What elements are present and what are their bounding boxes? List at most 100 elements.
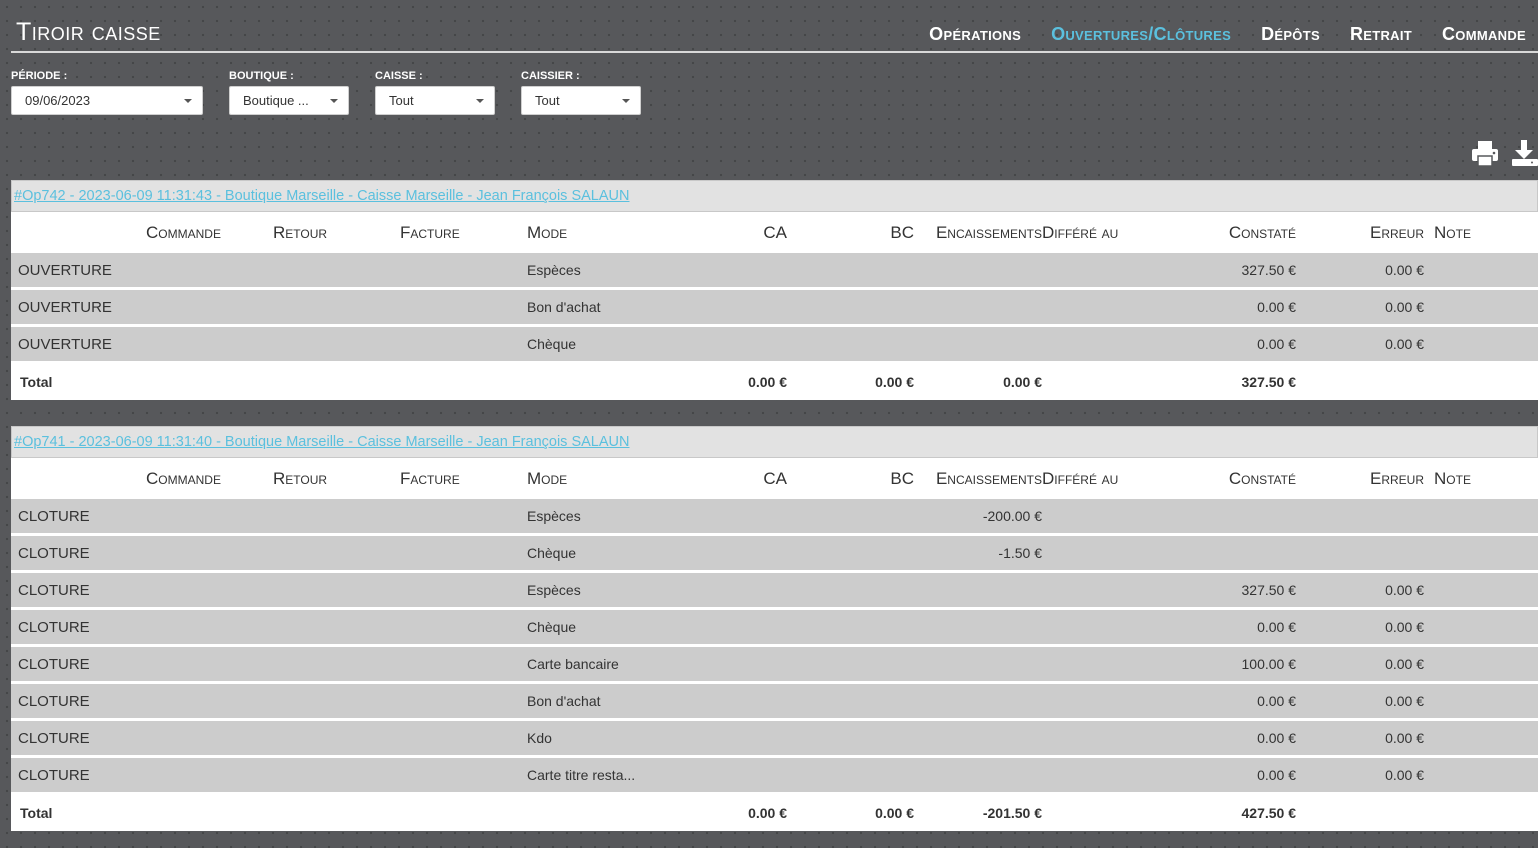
nav-ouvertures-clotures[interactable]: Ouvertures/Clôtures [1051,24,1231,45]
nav-depots[interactable]: Dépôts [1261,24,1320,45]
col-retour[interactable]: Retour [273,212,400,253]
row-note-cell [1424,610,1538,647]
col-mode[interactable]: Mode [527,458,670,499]
total-encaissements: 0.00 € [914,364,1042,400]
table-row: CLOTURE Carte titre resta... 0.00 €0.00 € [11,758,1538,795]
row-note-cell [1424,684,1538,721]
nav-operations[interactable]: Opérations [929,24,1021,45]
row-constate-cell [1169,499,1296,536]
row-erreur-cell: 0.00 € [1296,610,1424,647]
row-erreur-cell: 0.00 € [1296,573,1424,610]
download-icon[interactable] [1510,138,1538,168]
nav-commande[interactable]: Commande [1442,24,1526,45]
total-cell [273,364,400,400]
row-note-cell [1424,290,1538,327]
row-constate-cell: 327.50 € [1169,253,1296,290]
row-retour-cell [273,647,400,684]
col-commande[interactable]: Commande [146,458,273,499]
row-constate-cell: 100.00 € [1169,647,1296,684]
nav-retrait[interactable]: Retrait [1350,24,1412,45]
row-commande-cell [146,758,273,795]
row-mode-cell: Espèces [527,253,670,290]
row-facture-cell [400,536,527,573]
row-type-cell: OUVERTURE [11,290,146,327]
header-divider [11,51,1538,53]
total-constate: 327.50 € [1169,364,1296,400]
col-constate[interactable]: Constaté [1169,458,1296,499]
operation-link[interactable]: #Op742 - 2023-06-09 11:31:43 - Boutique … [14,188,629,204]
col-bc[interactable]: BC [787,458,914,499]
total-cell [1296,795,1424,831]
row-type-cell: CLOTURE [11,536,146,573]
col-retour[interactable]: Retour [273,458,400,499]
row-differe-cell [1042,573,1169,610]
row-facture-cell [400,499,527,536]
total-cell [1424,364,1538,400]
total-label: Total [11,364,146,400]
row-differe-cell [1042,610,1169,647]
col-erreur[interactable]: Erreur [1296,212,1424,253]
operation-table: Commande Retour Facture Mode CA BC Encai… [11,458,1538,831]
col-differe[interactable]: Différé au [1042,212,1169,253]
row-type-cell: CLOTURE [11,758,146,795]
row-retour-cell [273,327,400,364]
col-encaissements[interactable]: Encaissements [914,212,1042,253]
col-commande[interactable]: Commande [146,212,273,253]
row-commande-cell [146,327,273,364]
total-cell [146,795,273,831]
col-mode[interactable]: Mode [527,212,670,253]
print-icon[interactable] [1470,138,1500,168]
col-constate[interactable]: Constaté [1169,212,1296,253]
col-bc[interactable]: BC [787,212,914,253]
total-cell [1424,795,1538,831]
col-erreur[interactable]: Erreur [1296,458,1424,499]
row-bc-cell [787,327,914,364]
export-toolbar [1470,138,1538,168]
row-bc-cell [787,684,914,721]
row-bc-cell [787,536,914,573]
table-row: OUVERTURE Chèque 0.00 €0.00 € [11,327,1538,364]
row-type-cell: CLOTURE [11,610,146,647]
chevron-down-icon [184,98,192,103]
col-note[interactable]: Note [1424,458,1538,499]
caisse-select[interactable]: Tout [375,86,495,115]
row-mode-cell: Espèces [527,573,670,610]
caissier-select[interactable]: Tout [521,86,641,115]
row-note-cell [1424,721,1538,758]
filter-bar: Période : 09/06/2023 Boutique : Boutique… [11,70,667,115]
col-differe[interactable]: Différé au [1042,458,1169,499]
table-row: CLOTURE Bon d'achat 0.00 €0.00 € [11,684,1538,721]
row-differe-cell [1042,721,1169,758]
page-title: Tiroir caisse [16,18,161,46]
row-encaissements-cell [914,253,1042,290]
row-erreur-cell: 0.00 € [1296,684,1424,721]
col-encaissements[interactable]: Encaissements [914,458,1042,499]
total-constate: 427.50 € [1169,795,1296,831]
chevron-down-icon [476,98,484,103]
col-ca[interactable]: CA [670,458,787,499]
row-facture-cell [400,684,527,721]
total-cell [1042,364,1169,400]
boutique-select[interactable]: Boutique ... [229,86,349,115]
col-note[interactable]: Note [1424,212,1538,253]
col-ca[interactable]: CA [670,212,787,253]
row-mode-cell: Chèque [527,536,670,573]
operation-link[interactable]: #Op741 - 2023-06-09 11:31:40 - Boutique … [14,434,629,450]
row-commande-cell [146,253,273,290]
total-bc: 0.00 € [787,795,914,831]
row-mode-cell: Kdo [527,721,670,758]
top-nav: Opérations Ouvertures/Clôtures Dépôts Re… [929,24,1526,45]
periode-select[interactable]: 09/06/2023 [11,86,203,115]
total-label: Total [11,795,146,831]
row-bc-cell [787,610,914,647]
row-ca-cell [670,499,787,536]
row-encaissements-cell [914,573,1042,610]
row-facture-cell [400,573,527,610]
row-retour-cell [273,758,400,795]
row-differe-cell [1042,536,1169,573]
caisse-value: Tout [389,93,414,108]
col-facture[interactable]: Facture [400,212,527,253]
col-facture[interactable]: Facture [400,458,527,499]
row-retour-cell [273,573,400,610]
row-type-cell: CLOTURE [11,499,146,536]
